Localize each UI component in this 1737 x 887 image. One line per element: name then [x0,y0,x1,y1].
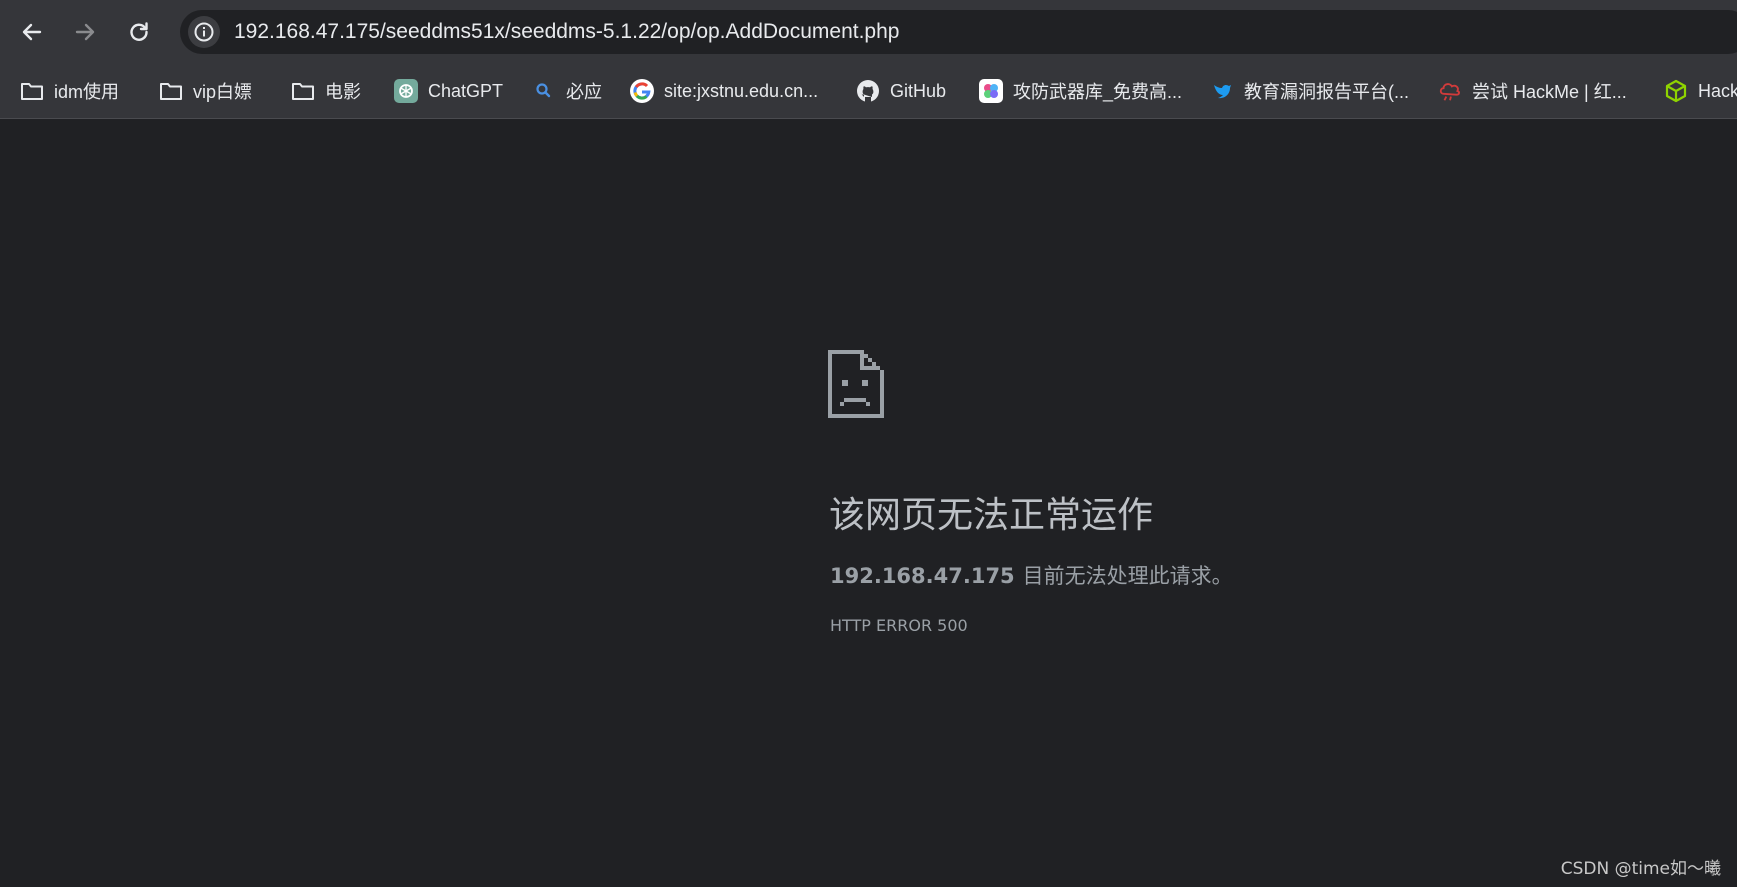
forward-button[interactable] [65,12,105,52]
bookmark-github[interactable]: GitHub [856,64,946,118]
google-icon [630,79,654,103]
search-icon [532,79,556,103]
weapon-library-icon [979,79,1003,103]
arrow-right-icon [75,23,95,41]
bookmark-weapon-library[interactable]: 攻防武器库_免费高... [979,64,1182,118]
info-icon [194,22,214,42]
bookmark-movies[interactable]: 电影 [291,64,361,118]
bookmark-label: 必应 [566,82,602,102]
bookmark-idm[interactable]: idm使用 [20,64,119,118]
error-code: HTTP ERROR 500 [830,616,968,635]
error-host: 192.168.47.175 [830,564,1015,588]
error-message: 目前无法处理此请求。 [1022,564,1233,588]
bookmark-hack[interactable]: Hack [1664,64,1737,118]
arrow-left-icon [22,23,42,41]
bookmark-label: 电影 [325,82,361,102]
cube-icon [1664,79,1688,103]
chatgpt-icon [394,79,418,103]
bookmark-label: ChatGPT [428,80,504,101]
reload-icon [130,22,148,41]
bookmark-edu-vuln[interactable]: 教育漏洞报告平台(... [1210,64,1409,118]
bookmark-label: GitHub [890,80,947,101]
bookmark-label: 教育漏洞报告平台(... [1244,82,1409,102]
reload-button[interactable] [119,12,159,52]
github-icon [856,79,880,103]
address-bar[interactable]: 192.168.47.175/seeddms51x/seeddms-5.1.22… [180,10,1737,54]
bookmark-label: 尝试 HackMe | 红... [1472,82,1627,102]
url-text[interactable]: 192.168.47.175/seeddms51x/seeddms-5.1.22… [234,10,899,54]
sad-page-icon [828,350,884,418]
bookmark-google-site[interactable]: site:jxstnu.edu.cn... [630,64,818,118]
bookmark-label: idm使用 [54,82,120,102]
back-button[interactable] [12,12,52,52]
folder-icon [291,79,315,103]
bird-icon [1210,79,1234,103]
folder-icon [20,79,44,103]
bookmark-label: site:jxstnu.edu.cn... [664,80,819,101]
browser-toolbar: 192.168.47.175/seeddms51x/seeddms-5.1.22… [0,0,1737,64]
bookmark-chatgpt[interactable]: ChatGPT [394,64,503,118]
bookmark-hackme[interactable]: 尝试 HackMe | 红... [1438,64,1627,118]
bookmark-vip[interactable]: vip白嫖 [159,64,252,118]
error-description: 192.168.47.175 目前无法处理此请求。 [830,560,1233,590]
browser-window: 192.168.47.175/seeddms51x/seeddms-5.1.22… [0,0,1737,887]
site-info-button[interactable] [188,16,220,48]
bookmark-label: 攻防武器库_免费高... [1013,82,1183,102]
error-title: 该网页无法正常运作 [829,495,1154,536]
bookmark-bing[interactable]: 必应 [532,64,602,118]
folder-icon [159,79,183,103]
bookmarks-bar: idm使用 vip白嫖 电影 ChatGPT 必应 site:jxstnu.ed… [0,64,1737,119]
bookmark-label: Hack [1698,80,1737,101]
bookmark-label: vip白嫖 [193,82,253,102]
watermark-text: CSDN @time如～曦 [1560,859,1721,879]
cloud-alert-icon [1438,79,1462,103]
